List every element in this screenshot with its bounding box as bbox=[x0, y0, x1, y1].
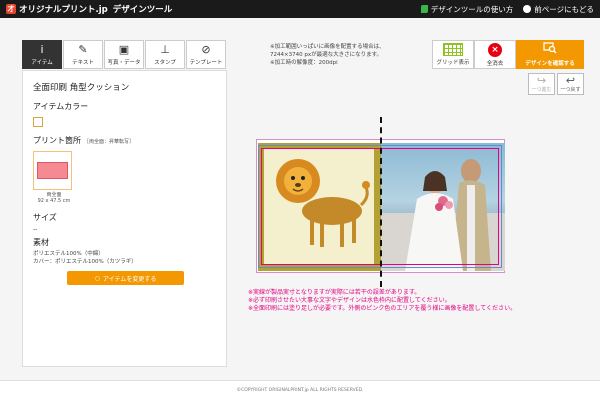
resolution-note: ※加工範囲いっぱいに画像を配置する場合は、 7244×3740 pxが最適な大き… bbox=[270, 43, 385, 67]
compass-icon: ⊘ bbox=[201, 42, 211, 56]
item-title: 全面印刷 角型クッション bbox=[33, 83, 130, 93]
confirm-design-button[interactable]: デザインを確認する bbox=[516, 40, 584, 69]
note-line-3: ※加工時の解像度：200dpi bbox=[270, 60, 338, 66]
footer: ©COPYRIGHT ORIGINALPRINT.jp ALL RIGHTS R… bbox=[0, 380, 600, 400]
clear-all-button[interactable]: × 全消去 bbox=[474, 40, 516, 69]
print-area-thumbnail[interactable] bbox=[33, 151, 72, 190]
print-area-heading: プリント箇所 ［両全面：昇華転写］ bbox=[33, 135, 216, 146]
back-circle-icon bbox=[523, 5, 532, 13]
clear-all-label: 全消去 bbox=[486, 60, 504, 67]
redo-button[interactable]: ↪ 一つ進む bbox=[528, 73, 555, 95]
logo-mark-icon: 才 bbox=[6, 4, 16, 14]
tab-text-label: テキスト bbox=[72, 59, 94, 66]
tab-item[interactable]: i アイテム bbox=[22, 40, 62, 69]
note-line-1: ※加工範囲いっぱいに画像を配置する場合は、 bbox=[270, 44, 385, 50]
size-value: -- bbox=[33, 226, 38, 233]
grid-icon bbox=[443, 43, 463, 56]
redo-arrow-icon: ↪ bbox=[536, 74, 547, 87]
undo-arrow-icon: ↩ bbox=[565, 74, 576, 87]
top-bar: 才 オリジナルプリント.jp デザインツール デザインツールの使い方 前ページに… bbox=[0, 0, 600, 18]
tool-tabs: i アイテム ✎ テキスト ▣ 写真・データ ⊥ スタンプ ⊘ テンプレート bbox=[22, 40, 227, 69]
tab-text[interactable]: ✎ テキスト bbox=[63, 40, 103, 69]
back-link-label: 前ページにもどる bbox=[534, 4, 594, 14]
back-link[interactable]: 前ページにもどる bbox=[523, 4, 594, 15]
magnifier-icon bbox=[543, 42, 557, 57]
logo-subtitle: デザインツール bbox=[112, 5, 173, 15]
grid-toggle-button[interactable]: グリッド表示 bbox=[432, 40, 474, 69]
print-area-heading-text: プリント箇所 bbox=[33, 136, 81, 145]
thumbnail-caption: 両全面 92 x 47.5 cm bbox=[33, 192, 75, 204]
howto-link-label: デザインツールの使い方 bbox=[430, 4, 514, 14]
item-color-heading: アイテムカラー bbox=[33, 102, 89, 111]
material-line-1: ポリエステル100%（中綿） bbox=[33, 251, 104, 257]
redo-label: 一つ進む bbox=[531, 87, 552, 93]
color-swatch[interactable] bbox=[33, 117, 43, 127]
tab-stamp-label: スタンプ bbox=[154, 59, 176, 66]
material-heading: 素材 bbox=[33, 238, 49, 247]
leaf-icon bbox=[420, 5, 428, 13]
site-logo[interactable]: 才 オリジナルプリント.jp デザインツール bbox=[6, 3, 172, 15]
material-text: ポリエステル100%（中綿） カバー：ポリエステル100%（カツラギ） bbox=[33, 250, 216, 266]
stamp-icon: ⊥ bbox=[160, 42, 170, 56]
warning-line-3: ※全面印刷には塗り足しが必要です。外側のピンク色のエリアを覆う様に画像を配置して… bbox=[248, 305, 517, 312]
change-item-label: アイテムを変更する bbox=[102, 275, 157, 283]
delete-icon: × bbox=[488, 42, 502, 57]
refresh-icon: ○ bbox=[94, 274, 100, 282]
confirm-design-label: デザインを確認する bbox=[525, 61, 575, 67]
undo-button[interactable]: ↩ 一つ戻す bbox=[557, 73, 584, 95]
size-heading: サイズ bbox=[33, 213, 57, 222]
note-line-2: 7244×3740 pxが最適な大きさになります。 bbox=[270, 52, 383, 58]
thumbnail-caption-size: 92 x 47.5 cm bbox=[37, 198, 71, 204]
tab-template-label: テンプレート bbox=[189, 59, 223, 66]
undo-label: 一つ戻す bbox=[560, 87, 581, 93]
change-item-button[interactable]: ○ アイテムを変更する bbox=[67, 271, 184, 285]
tab-stamp[interactable]: ⊥ スタンプ bbox=[145, 40, 185, 69]
tab-template[interactable]: ⊘ テンプレート bbox=[186, 40, 226, 69]
center-divider-line bbox=[380, 117, 382, 287]
print-method-note: ［両全面：昇華転写］ bbox=[84, 139, 135, 145]
pen-icon: ✎ bbox=[78, 42, 88, 56]
tab-photo[interactable]: ▣ 写真・データ bbox=[104, 40, 144, 69]
logo-text: オリジナルプリント.jp bbox=[19, 5, 108, 15]
print-area-preview bbox=[37, 162, 68, 179]
material-line-2: カバー：ポリエステル100%（カツラギ） bbox=[33, 259, 137, 265]
image-icon: ▣ bbox=[118, 42, 130, 56]
warning-line-1: ※実線が製品実寸となりますが実際には若干の誤差があります。 bbox=[248, 289, 421, 296]
copyright-text: ©COPYRIGHT ORIGINALPRINT.jp ALL RIGHTS R… bbox=[236, 388, 364, 393]
tab-photo-label: 写真・データ bbox=[107, 59, 141, 66]
info-icon: i bbox=[40, 42, 44, 56]
grid-toggle-label: グリッド表示 bbox=[436, 60, 470, 66]
warning-line-2: ※必ず印刷させたい大事な文字やデザインは水色枠内に配置してください。 bbox=[248, 297, 451, 304]
howto-link[interactable]: デザインツールの使い方 bbox=[420, 4, 514, 15]
item-panel: 全面印刷 角型クッション アイテムカラー プリント箇所 ［両全面：昇華転写］ 両全… bbox=[22, 70, 227, 367]
print-warnings: ※実線が製品実寸となりますが実際には若干の誤差があります。 ※必ず印刷させたい大… bbox=[248, 289, 516, 313]
tab-item-label: アイテム bbox=[31, 59, 53, 66]
